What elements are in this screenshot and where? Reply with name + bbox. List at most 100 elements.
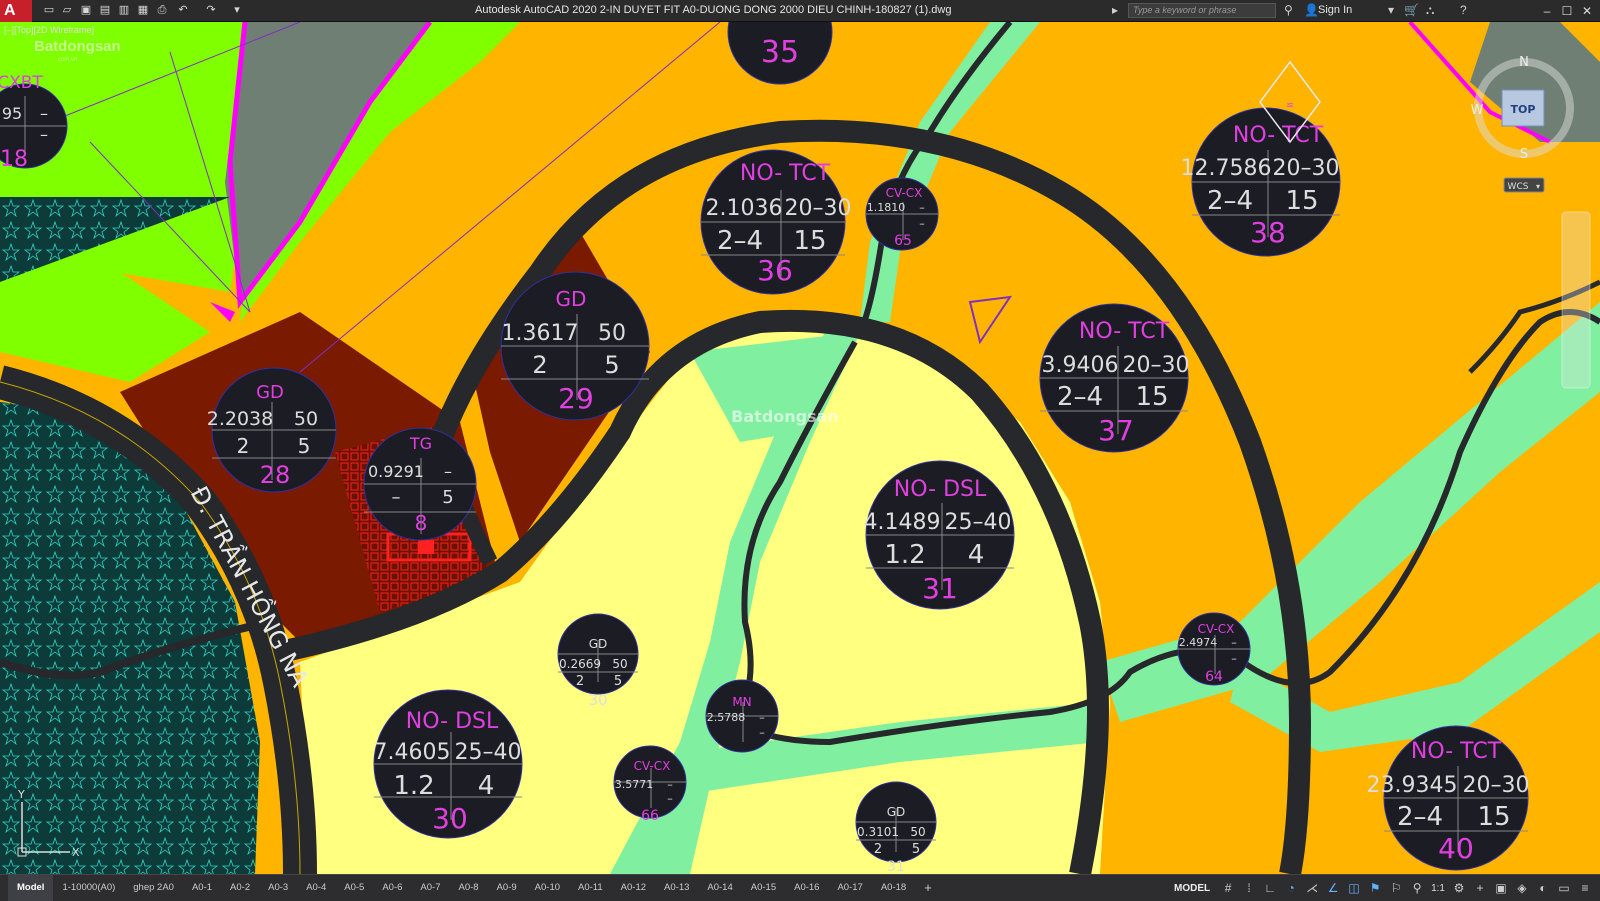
parcel-density: 15 bbox=[1135, 382, 1168, 412]
parcel-area: 7.4605 bbox=[374, 740, 451, 765]
minimize-icon[interactable]: – bbox=[1538, 2, 1556, 20]
ortho-icon[interactable]: ∟ bbox=[1263, 881, 1277, 895]
binoculars-icon[interactable]: ⚲ bbox=[1284, 3, 1293, 18]
customization-menu-icon[interactable]: ≡ bbox=[1578, 881, 1592, 895]
parcel-density: 5 bbox=[442, 487, 453, 508]
tab-layout[interactable]: 1-10000(A0) bbox=[53, 875, 124, 901]
model-space-button[interactable]: MODEL bbox=[1174, 883, 1210, 894]
svg-text:≋: ≋ bbox=[1286, 101, 1294, 111]
parcel-height: – bbox=[919, 217, 925, 230]
parcel-far: 20–30 bbox=[1123, 353, 1190, 378]
parcel-far: – bbox=[919, 201, 925, 214]
isodraft-icon[interactable]: ⋌ bbox=[1305, 881, 1319, 895]
tab-layout[interactable]: A0-16 bbox=[785, 875, 828, 901]
open-icon[interactable]: ▱ bbox=[60, 3, 74, 17]
help-icon[interactable]: ? bbox=[1460, 3, 1467, 18]
units-icon[interactable]: ▣ bbox=[1494, 881, 1508, 895]
maximize-icon[interactable]: ☐ bbox=[1558, 2, 1576, 20]
annotation-scale-icon[interactable]: ⚲ bbox=[1410, 881, 1424, 895]
compass-west: W bbox=[1471, 103, 1484, 118]
redo-icon[interactable]: ↷ bbox=[204, 3, 218, 17]
tab-layout[interactable]: A0-15 bbox=[742, 875, 785, 901]
tab-layout[interactable]: A0-6 bbox=[373, 875, 411, 901]
isolate-objects-icon[interactable]: ◐ bbox=[1536, 881, 1550, 895]
search-expand-icon[interactable]: ▸ bbox=[1112, 3, 1118, 18]
tab-layout[interactable]: A0-3 bbox=[259, 875, 297, 901]
auto-scale-icon[interactable]: ⚐ bbox=[1389, 881, 1403, 895]
parcel-height: 2–4 bbox=[1397, 802, 1443, 832]
parcel-code: NO- TCT bbox=[1079, 319, 1170, 344]
tab-layout[interactable]: A0-2 bbox=[221, 875, 259, 901]
parcel-density: 4 bbox=[478, 771, 495, 801]
tab-layout[interactable]: A0-13 bbox=[655, 875, 698, 901]
tab-layout[interactable]: A0-7 bbox=[411, 875, 449, 901]
parcel-number: 35 bbox=[761, 35, 799, 70]
print-icon[interactable]: ⎙ bbox=[155, 3, 169, 17]
tab-layout[interactable]: A0-8 bbox=[450, 875, 488, 901]
viewport-controls-label[interactable]: [–][Top][2D Wireframe] bbox=[4, 25, 94, 35]
watermark-logo: Batdongsan bbox=[34, 38, 121, 55]
object-snap-icon[interactable]: ◫ bbox=[1347, 881, 1361, 895]
parcel-code: GD bbox=[887, 805, 906, 819]
tab-layout[interactable]: A0-11 bbox=[569, 875, 612, 901]
annotation-visibility-icon[interactable]: ⚑ bbox=[1368, 881, 1382, 895]
tab-layout[interactable]: A0-10 bbox=[526, 875, 569, 901]
save-icon[interactable]: ▣ bbox=[79, 3, 93, 17]
layout-tabs: Model 1-10000(A0) ghep 2A0 A0-1 A0-2 A0-… bbox=[8, 875, 941, 901]
parcel-number: 8 bbox=[415, 511, 428, 535]
sign-in-button[interactable]: Sign In bbox=[1318, 4, 1352, 16]
parcel-code: CV-CX bbox=[1198, 622, 1235, 636]
a360-icon[interactable]: ⛬ bbox=[1426, 3, 1434, 18]
parcel-area: 2.1036 bbox=[706, 196, 783, 221]
parcel-area: 0.2669 bbox=[559, 657, 601, 671]
hardware-acceleration-icon[interactable]: ◈ bbox=[1515, 881, 1529, 895]
autocad-logo-icon[interactable]: A bbox=[0, 0, 32, 22]
parcel-code: NO- DSL bbox=[894, 477, 987, 502]
clean-screen-icon[interactable]: ▭ bbox=[1557, 881, 1571, 895]
parcel-height: 2 bbox=[532, 351, 547, 379]
new-icon[interactable]: ▭ bbox=[42, 3, 56, 17]
tab-layout[interactable]: A0-17 bbox=[828, 875, 871, 901]
plus-icon[interactable]: + bbox=[1473, 881, 1487, 895]
annotation-scale-value[interactable]: 1:1 bbox=[1431, 883, 1445, 894]
parcel-height: – bbox=[40, 125, 48, 144]
drawing-viewport[interactable]: CXBT 95 – – 18 35 NO- TCT 2.1036 20–30 2… bbox=[0, 22, 1600, 874]
tab-layout[interactable]: ghep 2A0 bbox=[124, 875, 183, 901]
parcel-number: 18 bbox=[0, 147, 28, 172]
undo-icon[interactable]: ↶ bbox=[176, 3, 190, 17]
parcel-height: – bbox=[667, 792, 673, 805]
parcel-far: – bbox=[40, 104, 48, 123]
customize-icon[interactable]: ▾ bbox=[230, 3, 244, 17]
saveas-icon[interactable]: ▤ bbox=[98, 3, 112, 17]
tab-layout[interactable]: A0-18 bbox=[872, 875, 915, 901]
search-input[interactable]: Type a keyword or phrase bbox=[1128, 3, 1276, 18]
tab-layout[interactable]: A0-1 bbox=[183, 875, 221, 901]
parcel-number: 37 bbox=[1098, 414, 1134, 447]
chevron-down-icon[interactable]: ▾ bbox=[1388, 3, 1394, 18]
tab-layout[interactable]: A0-12 bbox=[612, 875, 655, 901]
parcel-height: 2 bbox=[237, 434, 250, 458]
parcel-code: NO- DSL bbox=[406, 709, 499, 734]
object-snap-tracking-icon[interactable]: ∠ bbox=[1326, 881, 1340, 895]
plot-preview-icon[interactable]: ▥ bbox=[117, 3, 131, 17]
tab-layout[interactable]: A0-5 bbox=[335, 875, 373, 901]
tab-model[interactable]: Model bbox=[8, 875, 54, 901]
close-icon[interactable]: ✕ bbox=[1578, 2, 1596, 20]
cart-icon[interactable]: 🛒 bbox=[1404, 3, 1419, 18]
tab-layout[interactable]: A0-14 bbox=[698, 875, 741, 901]
parcel-far: – bbox=[667, 778, 673, 791]
workspace-gear-icon[interactable]: ⚙ bbox=[1452, 881, 1466, 895]
parcel-area: 2.4974 bbox=[1179, 636, 1218, 649]
parcel-density: 5 bbox=[614, 674, 622, 689]
snap-icon[interactable]: ⁞ bbox=[1242, 881, 1256, 895]
publish-icon[interactable]: ▦ bbox=[136, 3, 150, 17]
parcel-code: GD bbox=[556, 287, 587, 311]
parcel-number: 36 bbox=[757, 254, 793, 287]
polar-icon[interactable]: ◔ bbox=[1284, 881, 1298, 895]
parcel-code: CXBT bbox=[0, 73, 43, 93]
new-layout-button[interactable]: + bbox=[915, 875, 941, 901]
grid-icon[interactable]: # bbox=[1221, 881, 1235, 895]
tab-layout[interactable]: A0-9 bbox=[488, 875, 526, 901]
compass-south: S bbox=[1520, 147, 1528, 162]
tab-layout[interactable]: A0-4 bbox=[297, 875, 335, 901]
